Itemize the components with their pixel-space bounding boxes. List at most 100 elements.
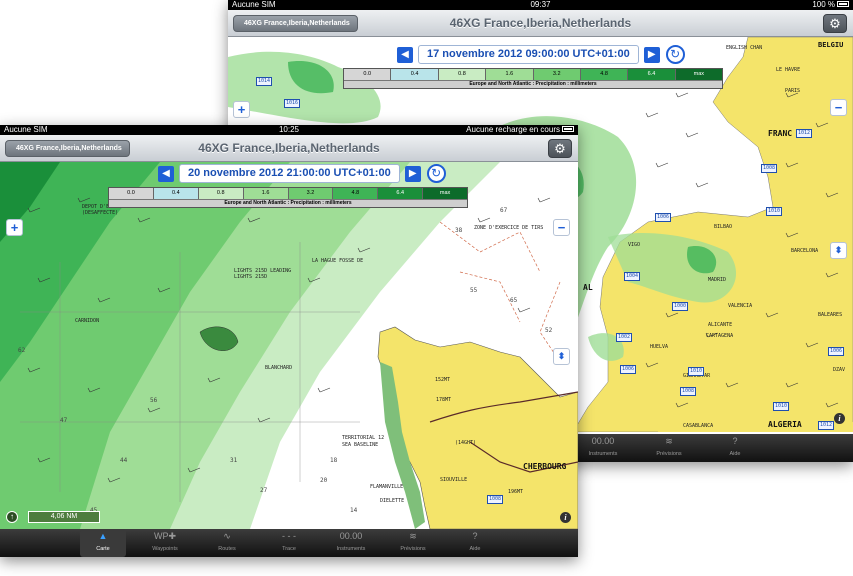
isobar-label: 1004 bbox=[624, 272, 641, 281]
tab-aide[interactable]: ? Aide bbox=[712, 434, 758, 462]
forecast-date: 17 novembre 2012 09:00:00 UTC+01:00 bbox=[418, 45, 639, 64]
forecast-date: 20 novembre 2012 21:00:00 UTC+01:00 bbox=[179, 164, 400, 183]
previous-date-button[interactable]: ◀ bbox=[397, 46, 413, 63]
info-button[interactable]: i bbox=[834, 413, 845, 424]
zoom-in-button[interactable]: + bbox=[6, 219, 23, 236]
tab-carte[interactable]: ▲ Carte bbox=[80, 529, 126, 557]
svg-text:65: 65 bbox=[510, 297, 518, 304]
tab-instruments[interactable]: 00.00 Instruments bbox=[580, 434, 626, 462]
chart-label: DIELETTE bbox=[380, 498, 405, 504]
legend-cell: 1.6 bbox=[243, 188, 289, 199]
svg-text:18: 18 bbox=[330, 457, 338, 464]
route-icon: ∿ bbox=[223, 531, 231, 541]
map-arrow-icon: ▲ bbox=[98, 531, 108, 541]
arrow-right-icon: ▶ bbox=[408, 167, 417, 179]
settings-button[interactable]: ⚙ bbox=[823, 14, 847, 33]
chart-graphic: 62474456 31271855 65523867 451420 bbox=[0, 162, 578, 529]
info-button[interactable]: i bbox=[560, 512, 571, 523]
svg-text:62: 62 bbox=[18, 347, 26, 354]
arrow-up-icon: ↑ bbox=[10, 512, 14, 521]
isobar-label: 1000 bbox=[672, 302, 689, 311]
layer-toggle-button[interactable]: ⬍ bbox=[553, 348, 570, 365]
tab-instruments[interactable]: 00.00 Instruments bbox=[328, 529, 374, 557]
svg-text:52: 52 bbox=[545, 327, 553, 334]
place-label: HUELVA bbox=[650, 344, 669, 350]
place-label: CARTAGENA bbox=[706, 333, 734, 339]
refresh-icon: ↻ bbox=[670, 47, 681, 61]
settings-button[interactable]: ⚙ bbox=[548, 139, 572, 158]
isobar-label: 1010 bbox=[688, 367, 705, 376]
layer-toggle-button[interactable]: ⬍ bbox=[830, 242, 847, 259]
svg-text:67: 67 bbox=[500, 207, 508, 214]
refresh-button[interactable]: ↻ bbox=[665, 45, 685, 64]
legend-cell: 4.8 bbox=[333, 188, 379, 199]
place-label: PARIS bbox=[785, 88, 801, 94]
navigation-bar: 46XG France,Iberia,Netherlands 46XG Fran… bbox=[0, 135, 578, 162]
next-date-button[interactable]: ▶ bbox=[404, 165, 421, 182]
isobar-label: 1006 bbox=[655, 213, 672, 222]
chart-label: ZONE D'EXERCICE DE TIRS bbox=[474, 225, 544, 231]
chart-label: SIOUVILLE bbox=[440, 477, 468, 483]
date-selector: ◀ 20 novembre 2012 21:00:00 UTC+01:00 ▶ … bbox=[158, 164, 446, 183]
legend-cell: 4.8 bbox=[580, 69, 629, 80]
status-bar: Aucune SIM 10:25 Aucune recharge en cour… bbox=[0, 125, 578, 135]
next-date-button[interactable]: ▶ bbox=[643, 46, 660, 63]
isobar-label: 1016 bbox=[284, 99, 301, 108]
arrow-right-icon: ▶ bbox=[647, 48, 656, 60]
chart-label: 196MT bbox=[508, 489, 524, 495]
scale-indicator: 4,06 NM bbox=[28, 511, 100, 523]
place-label: VALENCIA bbox=[728, 303, 753, 309]
precipitation-legend: 0.0 0.4 0.8 1.6 3.2 4.8 6.4 max Europe and Nort… bbox=[343, 68, 723, 89]
tab-previsions[interactable]: ≋ Prévisions bbox=[390, 529, 436, 557]
track-icon: - - - bbox=[282, 531, 296, 541]
gear-icon: ⚙ bbox=[554, 141, 566, 156]
tab-trace[interactable]: - - - Trace bbox=[266, 529, 312, 557]
chart-label: (14GHT) bbox=[455, 440, 477, 446]
chart-label: BLANCHARD bbox=[265, 365, 293, 371]
zoom-out-button[interactable]: − bbox=[830, 99, 847, 116]
chart-label: CARNIDON bbox=[75, 318, 100, 324]
place-label: FRANC bbox=[768, 129, 793, 138]
info-icon: i bbox=[838, 414, 841, 423]
svg-text:20: 20 bbox=[320, 477, 328, 484]
zoom-out-button[interactable]: − bbox=[553, 219, 570, 236]
arrow-left-icon: ◀ bbox=[401, 48, 409, 60]
tab-routes[interactable]: ∿ Routes bbox=[204, 529, 250, 557]
forecast-icon: ≋ bbox=[409, 531, 417, 541]
legend-cell: 0.0 bbox=[344, 69, 392, 80]
refresh-button[interactable]: ↻ bbox=[426, 164, 446, 183]
tab-aide[interactable]: ? Aide bbox=[452, 529, 498, 557]
navigation-bar: 46XG France,Iberia,Netherlands 46XG Fran… bbox=[228, 10, 853, 37]
north-up-button[interactable]: ↑ bbox=[6, 511, 18, 523]
chart-label: TERRITORIAL 12 bbox=[342, 435, 385, 441]
chart-label: FLAMANVILLE bbox=[370, 484, 404, 490]
svg-text:14: 14 bbox=[350, 507, 358, 514]
front-ipad-screen: Aucune SIM 10:25 Aucune recharge en cour… bbox=[0, 125, 578, 557]
svg-text:38: 38 bbox=[455, 227, 463, 234]
tab-bar: ▲ Carte WP✚ Waypoints ∿ Routes - - - Tra… bbox=[0, 529, 578, 557]
nautical-chart[interactable]: 62474456 31271855 65523867 451420 ZONE D… bbox=[0, 162, 578, 529]
legend-cell: 0.4 bbox=[391, 69, 439, 80]
place-label: ALICANTE bbox=[708, 322, 733, 328]
chart-label: 178MT bbox=[436, 397, 452, 403]
legend-caption: Europe and North Atlantic : Precipitatio… bbox=[109, 199, 467, 207]
legend-cell: 6.4 bbox=[378, 188, 424, 199]
previous-date-button[interactable]: ◀ bbox=[158, 165, 174, 182]
svg-text:27: 27 bbox=[260, 487, 268, 494]
instruments-icon: 00.00 bbox=[591, 436, 615, 446]
legend-cell: 3.2 bbox=[288, 188, 334, 199]
svg-text:56: 56 bbox=[150, 397, 158, 404]
zoom-in-button[interactable]: + bbox=[233, 101, 250, 118]
place-label: BILBAO bbox=[714, 224, 733, 230]
help-icon: ? bbox=[472, 531, 478, 541]
tab-previsions[interactable]: ≋ Prévisions bbox=[646, 434, 692, 462]
page-title: 46XG France,Iberia,Netherlands bbox=[198, 141, 380, 155]
legend-cell: 0.4 bbox=[153, 188, 199, 199]
tab-waypoints[interactable]: WP✚ Waypoints bbox=[142, 529, 188, 557]
svg-text:44: 44 bbox=[120, 457, 128, 464]
gear-icon: ⚙ bbox=[829, 16, 841, 31]
battery-status: Aucune recharge en cours bbox=[466, 125, 574, 135]
isobar-label: 1006 bbox=[828, 347, 845, 356]
isobar-label: 1014 bbox=[256, 77, 273, 86]
place-label: BELGIU bbox=[818, 41, 844, 49]
